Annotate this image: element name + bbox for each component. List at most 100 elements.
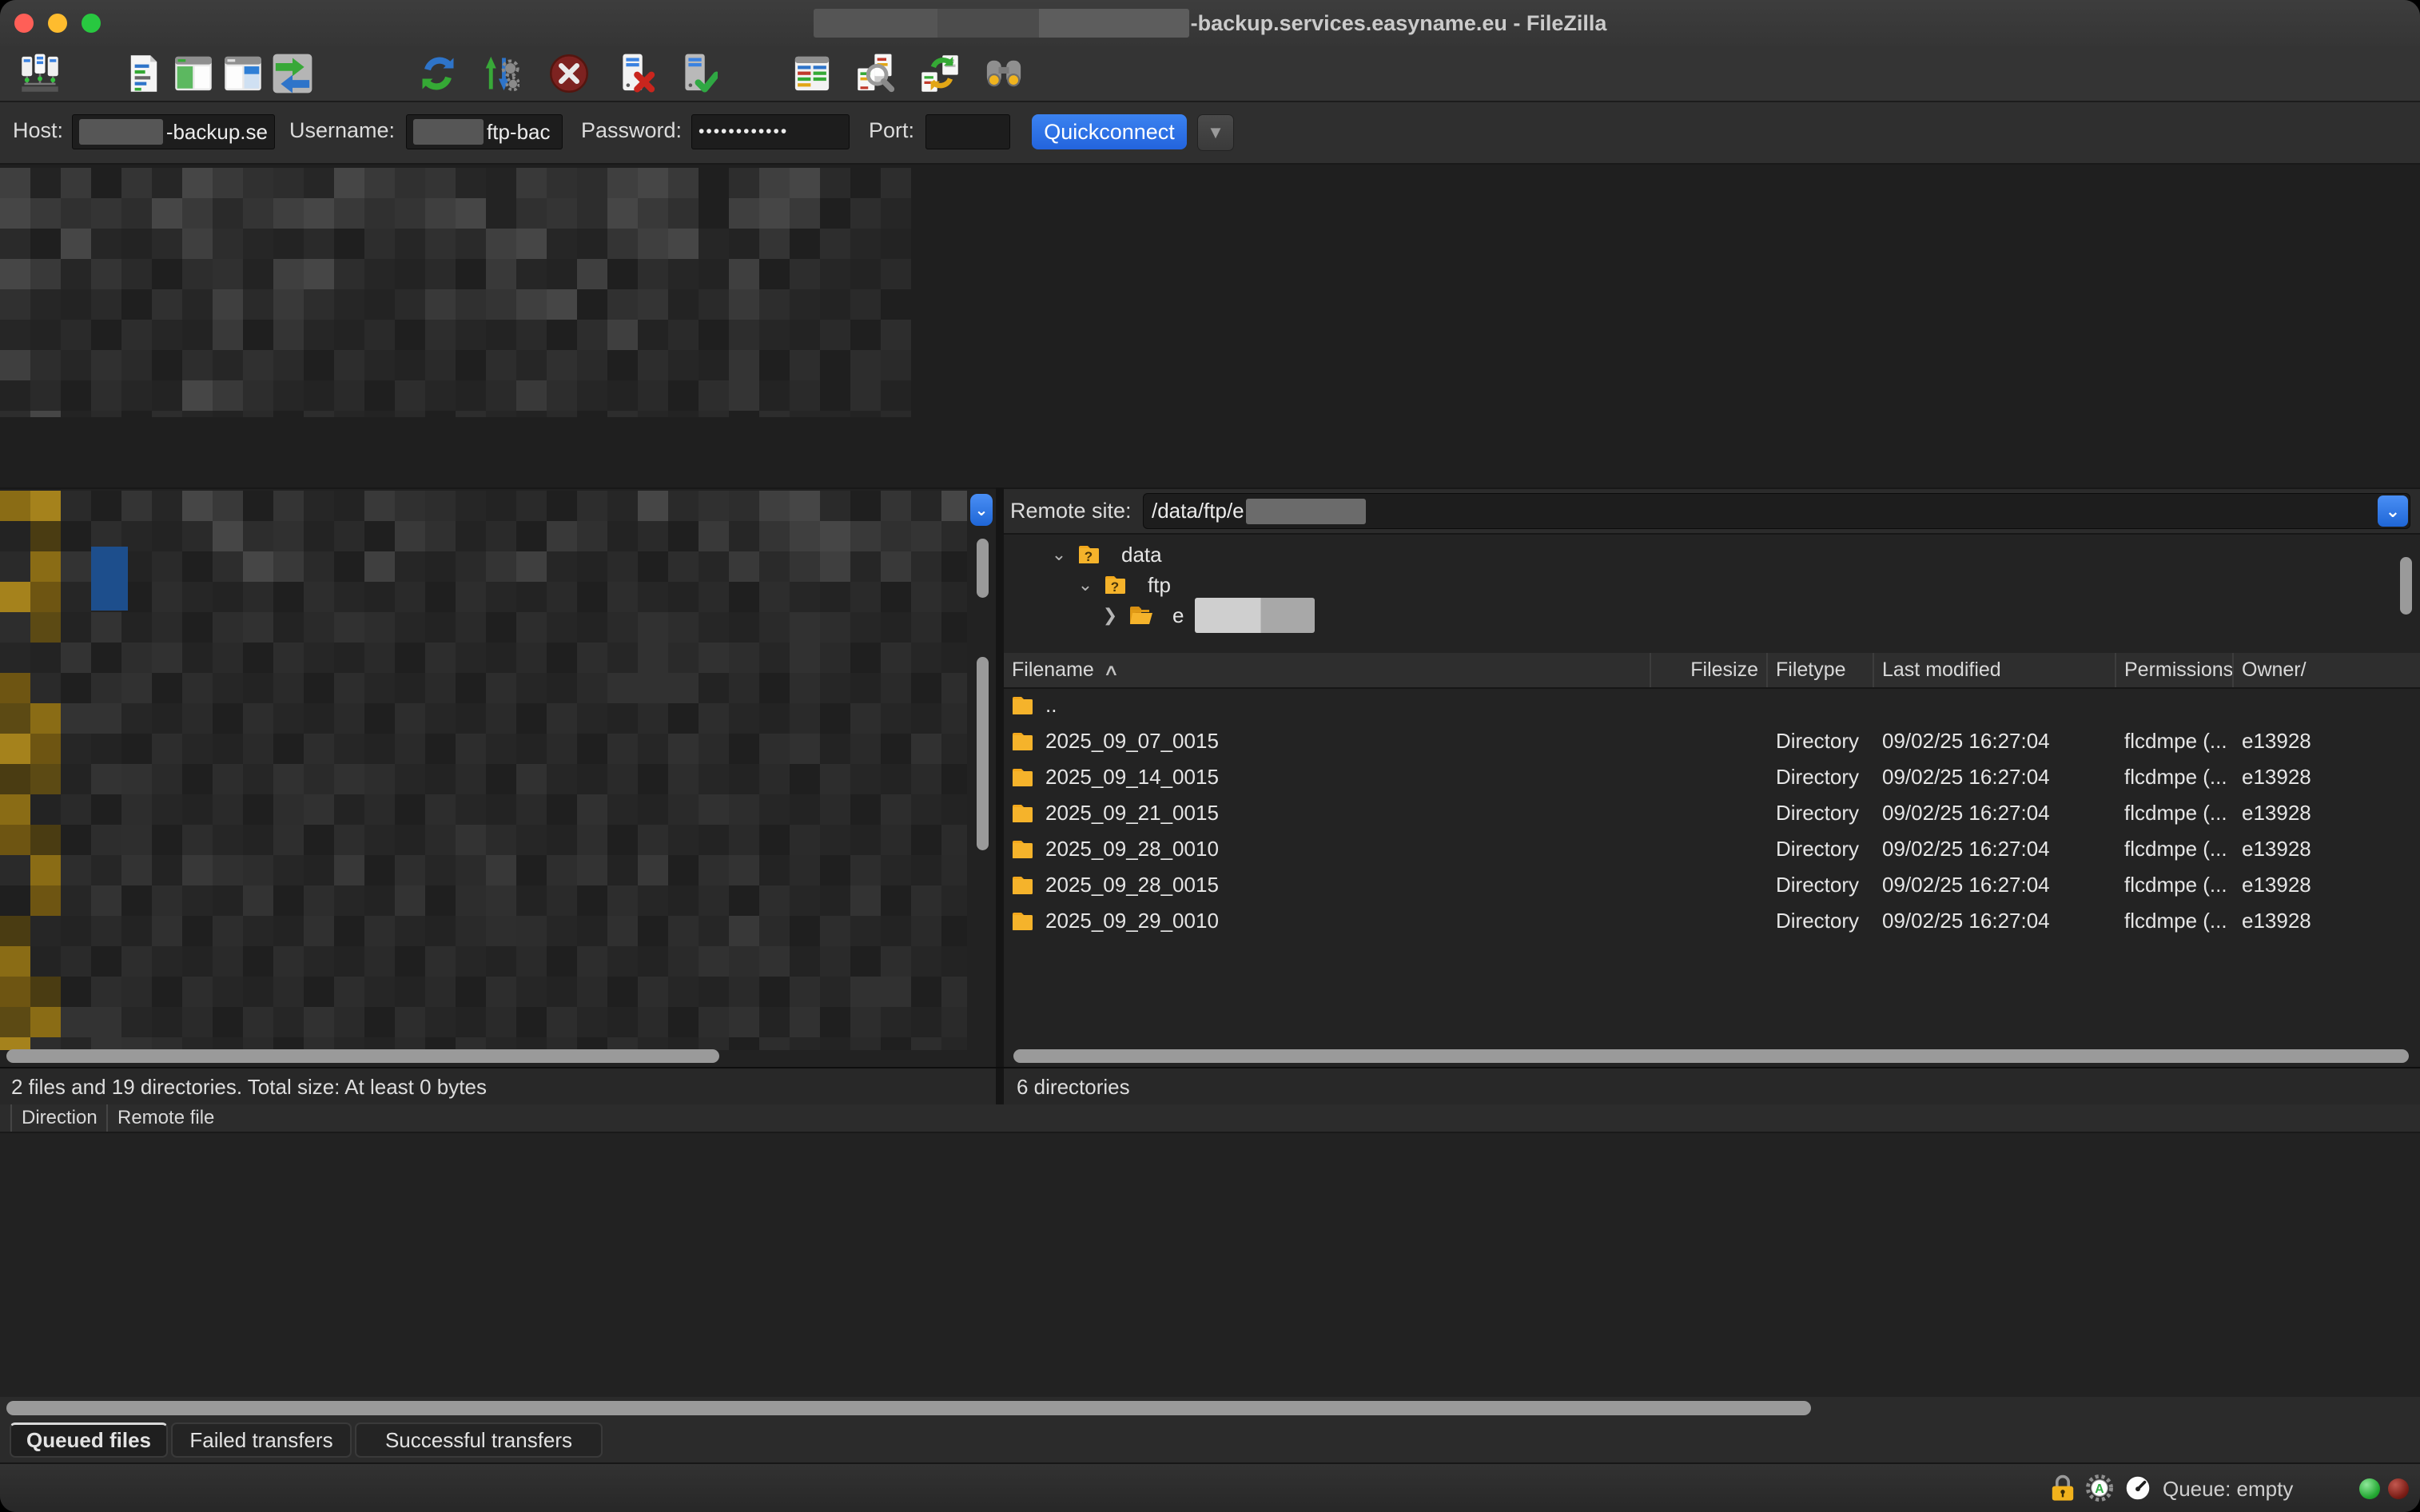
status-row: 2 files and 19 directories. Total size: … [0, 1067, 2420, 1106]
folder-icon [1012, 803, 1036, 824]
tree-item-selected[interactable]: ❯ e [1101, 600, 1315, 631]
remote-site-label: Remote site: [1010, 499, 1132, 523]
remote-status-text: 6 directories [1017, 1075, 1130, 1100]
message-log-redaction [0, 168, 911, 417]
folder-question-icon: ? [1105, 575, 1128, 595]
queue-body [0, 1133, 2420, 1397]
sort-ascending-icon: ∧ [1103, 660, 1119, 680]
column-header-filetype[interactable]: Filetype [1768, 653, 1874, 687]
open-folder-icon [1129, 605, 1153, 626]
tree-scrollbar[interactable] [2400, 557, 2412, 615]
status-light-red [2388, 1478, 2409, 1499]
host-redaction [79, 119, 163, 145]
transfer-queue-toggle-icon[interactable] [270, 51, 315, 96]
table-row[interactable]: 2025_09_28_0015 Directory 09/02/25 16:27… [1004, 867, 2420, 903]
tree-item-ftp[interactable]: ⌄ ? ftp [1076, 570, 1171, 600]
local-tree-scrollbar[interactable] [977, 539, 989, 598]
directory-comparison-icon[interactable] [981, 51, 1026, 96]
status-light-green [2359, 1478, 2380, 1499]
username-input[interactable]: ftp-bac [406, 114, 563, 149]
title-bar: -backup.services.easyname.eu - FileZilla [0, 0, 2420, 46]
synchronized-browsing-icon[interactable] [917, 51, 962, 96]
disconnect-icon[interactable] [612, 51, 657, 96]
local-panel: ⌄ [0, 487, 996, 1068]
remote-site-combobox[interactable]: /data/ftp/e ⌄ [1143, 493, 2410, 529]
tab-failed-transfers[interactable]: Failed transfers [171, 1422, 352, 1458]
local-list-scrollbar[interactable] [977, 657, 989, 850]
queue-column-direction[interactable]: Direction [12, 1104, 108, 1132]
close-window-button[interactable] [14, 14, 34, 33]
tab-queued-files[interactable]: Queued files [10, 1422, 168, 1458]
column-header-owner[interactable]: Owner/ [2234, 653, 2420, 687]
table-row[interactable]: 2025_09_21_0015 Directory 09/02/25 16:27… [1004, 795, 2420, 831]
queue-status-text: Queue: empty [2163, 1477, 2293, 1502]
tree-item-data[interactable]: ⌄ ? data [1049, 539, 1162, 570]
local-tree-toggle-icon[interactable] [171, 51, 216, 96]
folder-icon [1012, 731, 1036, 752]
quickconnect-bar: Host: -backup.se Username: ftp-bac Passw… [0, 102, 2420, 165]
svg-text:?: ? [1111, 579, 1119, 595]
local-horizontal-scrollbar[interactable] [6, 1049, 719, 1063]
remote-directory-tree: ⌄ ? data ⌄ ? ftp ❯ e [1004, 535, 2420, 653]
local-panel-redaction [0, 491, 967, 1050]
remote-panel: Remote site: /data/ftp/e ⌄ ⌄ ? data ⌄ ? … [1004, 487, 2420, 1068]
directory-listing-icon[interactable] [790, 51, 834, 96]
password-input[interactable]: •••••••••••• [691, 114, 850, 149]
remote-tree-toggle-icon[interactable] [221, 51, 265, 96]
remote-site-dropdown-button[interactable]: ⌄ [2378, 495, 2408, 527]
username-redaction [413, 119, 484, 145]
tab-successful-transfers[interactable]: Successful transfers [355, 1422, 603, 1458]
toolbar [0, 46, 2420, 102]
port-input[interactable] [925, 114, 1010, 149]
bottom-status-bar: A Queue: empty [0, 1462, 2420, 1512]
column-header-filename[interactable]: Filename∧ [1004, 653, 1651, 687]
title-redaction [814, 9, 1189, 38]
folder-icon [1012, 911, 1036, 932]
site-manager-icon[interactable] [18, 51, 62, 96]
chevron-expanded-icon[interactable]: ⌄ [1076, 575, 1095, 595]
cancel-icon[interactable] [547, 51, 591, 96]
table-row[interactable]: 2025_09_28_0010 Directory 09/02/25 16:27… [1004, 831, 2420, 867]
port-label: Port: [869, 118, 914, 143]
zoom-window-button[interactable] [82, 14, 101, 33]
folder-icon [1012, 875, 1036, 896]
message-log-pane [0, 165, 2420, 487]
window-title: -backup.services.easyname.eu - FileZilla [814, 9, 1607, 38]
status-divider [996, 1068, 1004, 1104]
remote-file-rows: .. 2025_09_07_0015 Directory 09/02/25 16… [1004, 687, 2420, 939]
quickconnect-dropdown-button[interactable]: ▼ [1197, 114, 1234, 151]
panel-divider[interactable] [996, 487, 1004, 1103]
reconnect-icon[interactable] [675, 51, 719, 96]
queue-column-sliver[interactable] [0, 1104, 12, 1132]
column-header-permissions[interactable]: Permissions [2116, 653, 2234, 687]
remote-horizontal-scrollbar[interactable] [1013, 1049, 2409, 1063]
local-header-dropdown-button[interactable]: ⌄ [970, 494, 993, 526]
queue-header: Direction Remote file [0, 1104, 2420, 1133]
lock-icon[interactable] [2051, 1474, 2075, 1502]
host-label: Host: [13, 118, 63, 143]
process-queue-icon[interactable] [476, 51, 521, 96]
folder-icon [1012, 839, 1036, 860]
speed-limit-icon[interactable] [2124, 1474, 2151, 1502]
host-input[interactable]: -backup.se [72, 114, 275, 149]
chevron-expanded-icon[interactable]: ⌄ [1049, 544, 1069, 565]
table-row[interactable]: 2025_09_29_0010 Directory 09/02/25 16:27… [1004, 903, 2420, 939]
svg-text:?: ? [1085, 549, 1093, 564]
column-header-filesize[interactable]: Filesize [1651, 653, 1768, 687]
table-row[interactable]: 2025_09_14_0015 Directory 09/02/25 16:27… [1004, 759, 2420, 795]
folder-icon [1012, 767, 1036, 788]
queue-horizontal-scrollbar[interactable] [6, 1401, 1811, 1415]
folder-icon [1012, 695, 1036, 716]
queue-column-remote-file[interactable]: Remote file [108, 1104, 2420, 1132]
minimize-window-button[interactable] [48, 14, 67, 33]
table-row[interactable]: .. [1004, 687, 2420, 723]
quickconnect-button[interactable]: Quickconnect [1032, 114, 1187, 149]
refresh-icon[interactable] [416, 51, 460, 96]
username-label: Username: [289, 118, 395, 143]
transfer-mode-auto-icon[interactable]: A [2086, 1474, 2113, 1502]
column-header-last-modified[interactable]: Last modified [1874, 653, 2116, 687]
table-row[interactable]: 2025_09_07_0015 Directory 09/02/25 16:27… [1004, 723, 2420, 759]
chevron-collapsed-icon[interactable]: ❯ [1101, 605, 1120, 626]
message-log-toggle-icon[interactable] [121, 51, 166, 96]
file-search-icon[interactable] [854, 51, 898, 96]
